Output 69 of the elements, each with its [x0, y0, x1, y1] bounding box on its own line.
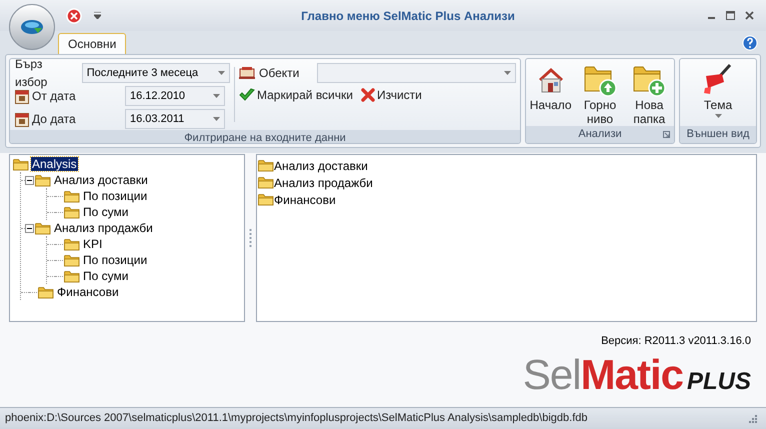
calendar-icon [15, 88, 29, 104]
list-item[interactable]: Анализ доставки [274, 156, 368, 174]
x-mark-icon [360, 88, 375, 102]
folder-icon [13, 158, 29, 170]
tree-item[interactable]: По позиции [82, 253, 148, 267]
group-caption: Филтриране на входните данни [184, 131, 346, 143]
calendar-icon [15, 112, 29, 126]
ribbon-button[interactable]: Горно ниво [578, 62, 622, 126]
field-label: От дата [32, 88, 77, 105]
folder-icon [35, 174, 51, 186]
field-label: Обекти [259, 65, 300, 82]
resize-grip-icon[interactable] [748, 414, 758, 424]
dropdown-field[interactable]: 16.03.2011 [125, 109, 225, 129]
folder-icon [64, 206, 80, 218]
dropdown-field[interactable] [317, 63, 516, 83]
folder-icon [64, 270, 80, 282]
paint-roller-icon [702, 62, 734, 96]
close-circle-icon[interactable] [66, 8, 82, 24]
tree-item[interactable]: Финансови [56, 285, 120, 299]
customize-toolbar-icon[interactable] [94, 12, 101, 19]
status-text: phoenix:D:\Sources 2007\selmaticplus\2011.1\myprojects\myinfoplusprojects\SelMaticPlus Analysis\sampledb\bigdb.fdb [5, 411, 588, 426]
app-logo-icon [20, 19, 44, 35]
select-all-button[interactable]: Маркирай всички [239, 86, 353, 104]
tree-item[interactable]: По позиции [82, 189, 148, 203]
ribbon-button[interactable]: Начало [528, 62, 573, 126]
folder-icon [64, 254, 80, 266]
tree-item[interactable]: Анализ продажби [53, 221, 154, 235]
collapse-icon[interactable] [25, 176, 34, 184]
field-label: До дата [32, 111, 77, 128]
theme-button[interactable]: Тема [680, 59, 756, 126]
window-title: Главно меню SelMatic Plus Анализи [301, 8, 515, 24]
folder-icon [64, 238, 80, 250]
tree-item[interactable]: KPI [82, 237, 104, 251]
splitter-grip-icon[interactable] [249, 228, 252, 248]
application-menu-button[interactable] [9, 4, 55, 50]
close-icon[interactable] [745, 11, 754, 20]
dropdown-arrow-icon[interactable] [218, 71, 225, 75]
tree-item[interactable]: По суми [82, 205, 130, 219]
help-icon[interactable] [742, 35, 758, 51]
collapse-icon[interactable] [25, 224, 34, 232]
ribbon-button[interactable]: Нова папка [627, 62, 672, 126]
cashier-icon [239, 66, 255, 80]
group-caption: Външен вид [686, 127, 750, 142]
dialog-launcher-icon[interactable] [663, 131, 670, 138]
group-caption: Анализи [578, 127, 622, 142]
folder-icon [258, 159, 274, 172]
dropdown-arrow-icon[interactable] [213, 94, 220, 98]
dropdown-arrow-icon[interactable] [504, 71, 511, 75]
maximize-icon[interactable] [726, 11, 735, 20]
clear-button[interactable]: Изчисти [360, 86, 422, 104]
dropdown-field[interactable]: Последните 3 месеца [82, 63, 230, 83]
ribbon-tab[interactable]: Основни [58, 33, 126, 54]
list-item[interactable]: Финансови [274, 190, 336, 208]
dropdown-field[interactable]: 16.12.2010 [125, 86, 225, 106]
folder-icon [64, 190, 80, 202]
tree-item[interactable]: Анализ доставки [53, 173, 149, 187]
checkmark-icon [239, 88, 255, 102]
folder-icon [258, 193, 274, 206]
folder-icon [258, 176, 274, 189]
folder-icon [38, 286, 54, 298]
field-label: Бърз избор [15, 59, 48, 91]
version-text: Версия: R2011.3 v2011.3.16.0 [601, 334, 751, 349]
list-item[interactable]: Анализ продажби [274, 174, 373, 192]
product-logo: SelMaticPLUS [522, 354, 751, 396]
dropdown-arrow-icon[interactable] [714, 114, 722, 118]
tree-item[interactable]: Analysis [31, 157, 78, 171]
tree-item[interactable]: По суми [82, 269, 130, 283]
dropdown-arrow-icon[interactable] [213, 117, 220, 121]
folder-icon [35, 222, 51, 234]
